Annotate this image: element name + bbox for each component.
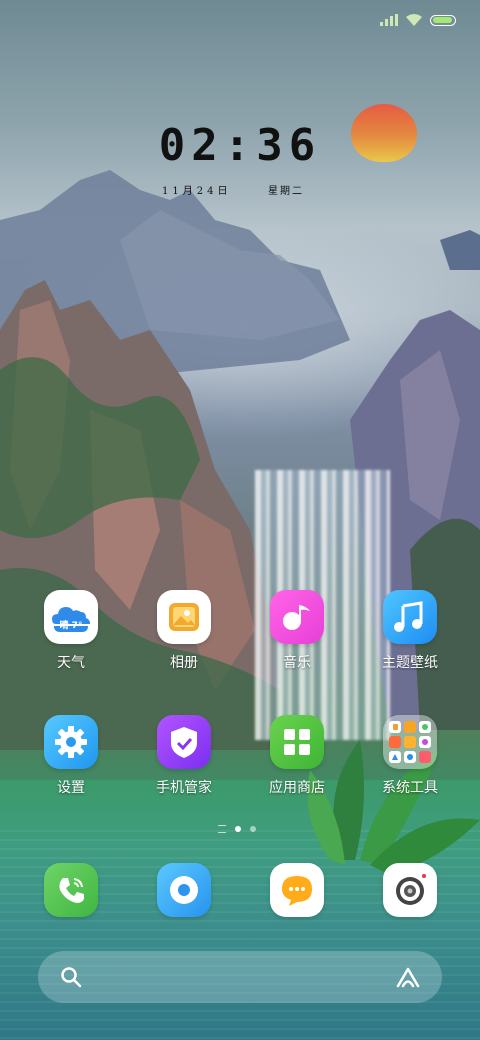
battery-icon — [430, 14, 456, 26]
app-folder-system-tools[interactable]: 系统工具 — [355, 715, 465, 797]
dock-phone[interactable] — [16, 863, 126, 917]
app-store[interactable]: 应用商店 — [242, 715, 352, 797]
clock-weekday: 星期二 — [268, 186, 304, 197]
camera-icon — [383, 863, 437, 917]
music-icon — [270, 590, 324, 644]
theme-wallpaper-icon — [383, 590, 437, 644]
page-dot-active — [235, 826, 241, 832]
app-theme-wallpaper[interactable]: 主题壁纸 — [355, 590, 465, 672]
app-label: 相册 — [170, 655, 198, 671]
app-gallery[interactable]: 相册 — [129, 590, 239, 672]
signal-bars-icon — [380, 14, 398, 26]
browser-icon — [157, 863, 211, 917]
clock-date: 11月24日 — [162, 186, 232, 197]
app-weather[interactable]: 晴 7° 天气 — [16, 590, 126, 672]
security-shield-icon — [157, 715, 211, 769]
settings-gear-icon — [44, 715, 98, 769]
app-label: 音乐 — [283, 655, 311, 671]
weather-badge-text: 晴 7° — [59, 621, 83, 631]
assistant-icon[interactable] — [394, 966, 422, 988]
app-label: 主题壁纸 — [382, 655, 438, 671]
app-label: 设置 — [57, 780, 85, 796]
clock-time[interactable]: 02:36 — [0, 120, 480, 171]
battery-level-fill — [432, 17, 452, 23]
wifi-icon — [406, 14, 422, 26]
page-indicator-list-icon — [218, 825, 226, 833]
app-store-icon — [270, 715, 324, 769]
app-label: 系统工具 — [382, 780, 438, 796]
search-icon[interactable] — [60, 966, 82, 988]
page-indicator[interactable] — [218, 825, 256, 833]
dock-messages[interactable] — [242, 863, 352, 917]
app-settings[interactable]: 设置 — [16, 715, 126, 797]
page-dot — [250, 826, 256, 832]
app-label: 手机管家 — [156, 780, 212, 796]
app-label: 天气 — [57, 655, 85, 671]
messages-icon — [270, 863, 324, 917]
search-bar[interactable] — [38, 951, 442, 1003]
app-security[interactable]: 手机管家 — [129, 715, 239, 797]
weather-icon: 晴 7° — [44, 590, 98, 644]
home-screen: 02:36 11月24日 星期二 晴 7° 天气 相册 音乐 主题壁纸 设置 手… — [0, 0, 480, 1040]
app-label: 应用商店 — [269, 780, 325, 796]
status-bar — [380, 8, 456, 32]
app-music[interactable]: 音乐 — [242, 590, 352, 672]
gallery-icon — [157, 590, 211, 644]
clock-date-row[interactable]: 11月24日 星期二 — [0, 182, 480, 197]
system-tools-folder-icon — [383, 715, 437, 769]
phone-icon — [44, 863, 98, 917]
dock-camera[interactable] — [355, 863, 465, 917]
wallpaper-left-cliff — [0, 280, 280, 750]
dock-browser[interactable] — [129, 863, 239, 917]
